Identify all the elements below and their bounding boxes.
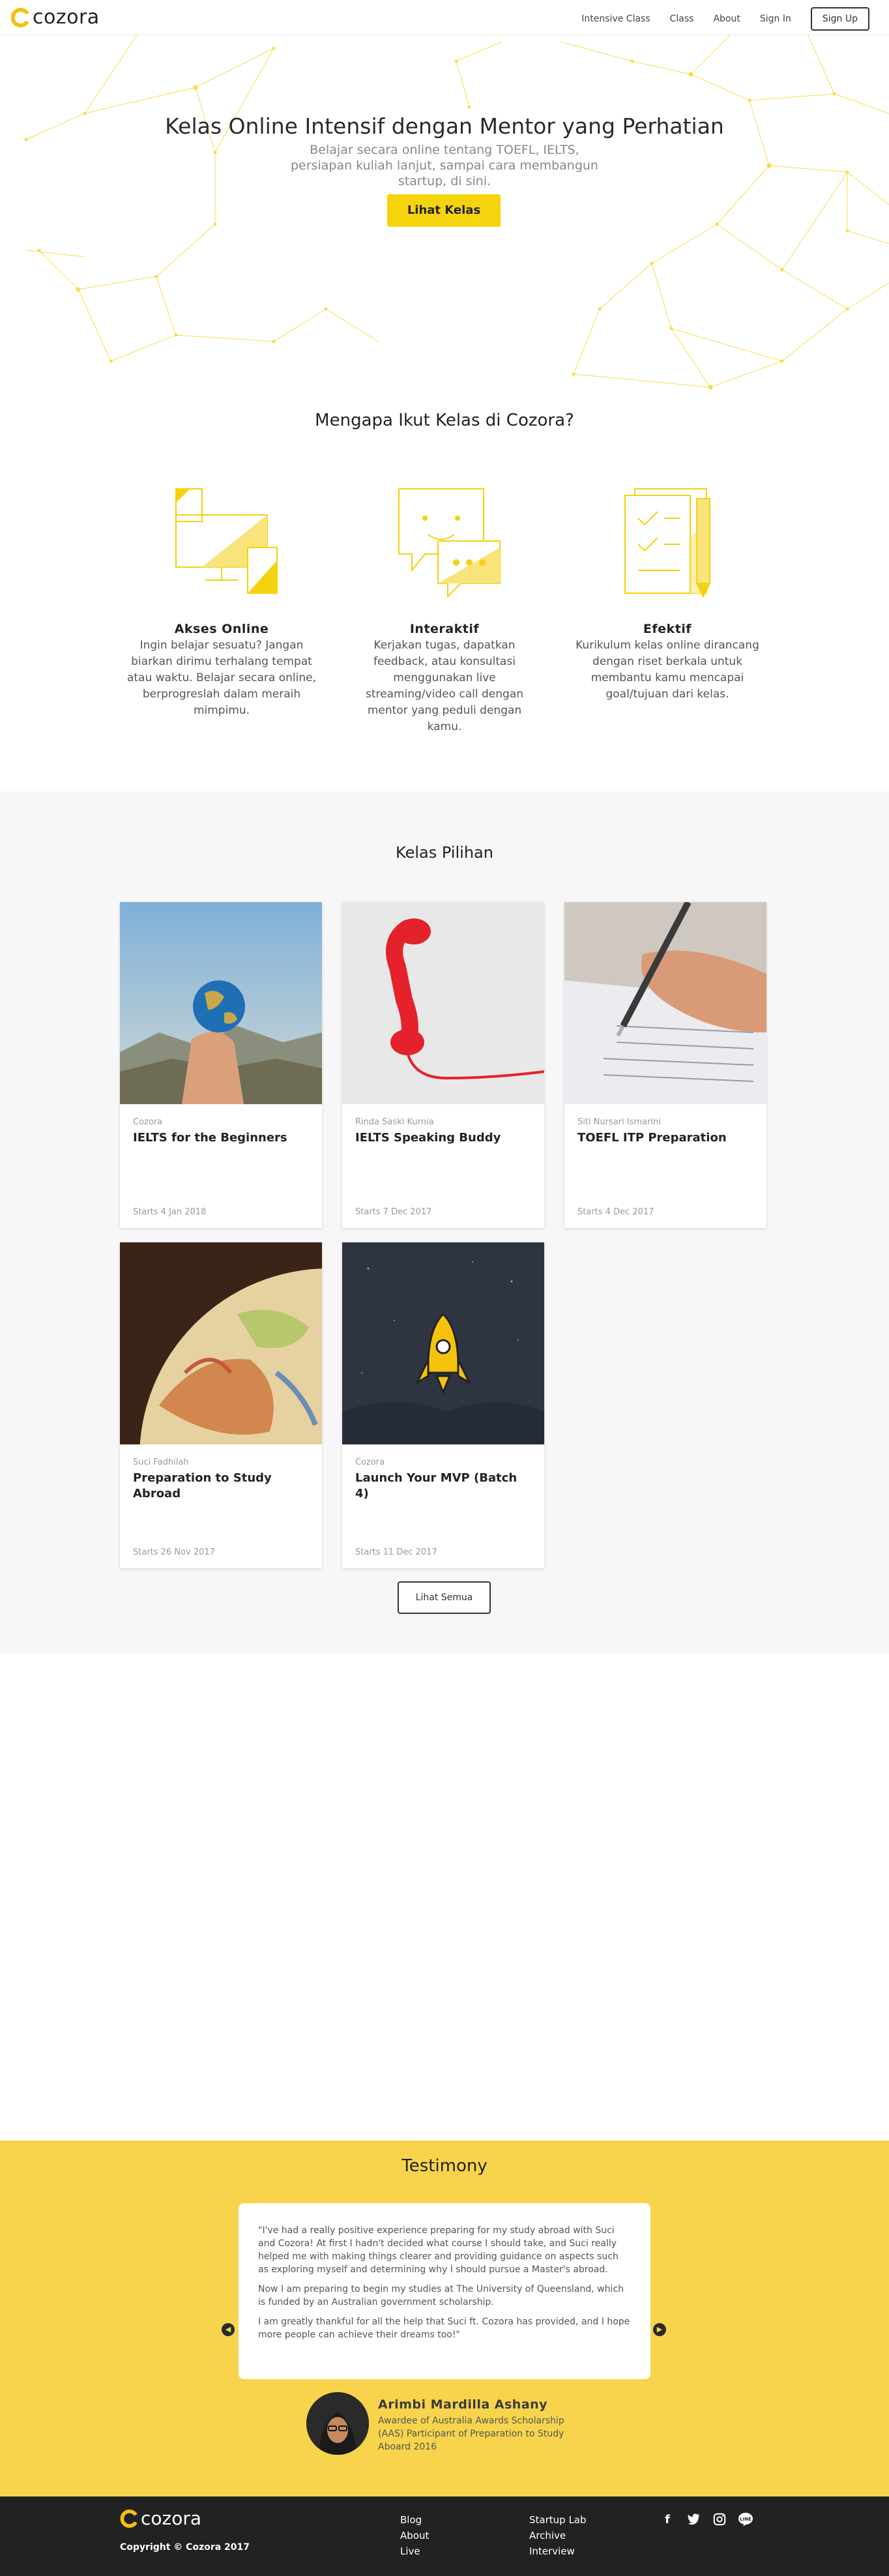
hero: Kelas Online Intensif dengan Mentor yang… — [0, 35, 889, 398]
featured-classes-section: Kelas Pilihan Cozora IELTS for the Begin… — [0, 791, 889, 1653]
nav-about[interactable]: About — [713, 8, 740, 29]
class-start-date: Starts 4 Dec 2017 — [577, 1207, 654, 1217]
footer-copyright: Copyright © Cozora 2017 — [120, 2542, 250, 2553]
footer-link-archive[interactable]: Archive — [529, 2528, 587, 2543]
class-title[interactable]: TOEFL ITP Preparation — [577, 1130, 753, 1146]
twitter-icon[interactable] — [686, 2512, 701, 2528]
class-image-rocket — [342, 1242, 544, 1444]
class-author: Cozora — [133, 1117, 163, 1127]
class-title[interactable]: Launch Your MVP (Batch 4) — [355, 1471, 531, 1502]
class-card[interactable]: Suci Fadhilah Preparation to Study Abroa… — [120, 1242, 322, 1568]
previous-arrow-icon[interactable]: ◀ — [222, 2323, 235, 2336]
nav-class[interactable]: Class — [670, 8, 694, 29]
checklist-icon — [624, 488, 711, 598]
quote-paragraph: Now I am preparing to begin my studies a… — [258, 2284, 624, 2307]
testimony-section: Testimony ◀ "I've had a really positive … — [0, 2141, 889, 2496]
quote-paragraph: I am greatly thankful for all the help t… — [258, 2317, 630, 2340]
feature-desc: Kurikulum kelas online dirancang dengan … — [576, 639, 759, 701]
class-card[interactable]: Siti Nursari Ismarini TOEFL ITP Preparat… — [564, 902, 766, 1228]
footer-logo-text: cozora — [141, 2508, 202, 2529]
class-start-date: Starts 26 Nov 2017 — [133, 1547, 215, 1557]
class-title[interactable]: Preparation to Study Abroad — [133, 1471, 309, 1502]
logo-text: cozora — [33, 6, 100, 29]
class-author: Cozora — [355, 1457, 385, 1467]
nav-sign-in[interactable]: Sign In — [760, 8, 791, 29]
see-classes-button[interactable]: Lihat Kelas — [387, 194, 501, 227]
testimony-quote-box: "I've had a really positive experience p… — [239, 2203, 650, 2379]
social-links: f LINE — [660, 2512, 753, 2528]
quote-paragraph: "I've had a really positive experience p… — [258, 2225, 619, 2275]
navbar: cozora Intensive Class Class About Sign … — [0, 0, 889, 35]
facebook-icon[interactable]: f — [660, 2512, 675, 2528]
class-card[interactable]: Cozora Launch Your MVP (Batch 4) Starts … — [342, 1242, 544, 1568]
footer-link-about[interactable]: About — [400, 2528, 429, 2543]
cozora-logo-icon — [120, 2510, 138, 2528]
class-title[interactable]: IELTS Speaking Buddy — [355, 1130, 531, 1146]
footer: cozora Copyright © Cozora 2017 Blog Abou… — [0, 2496, 889, 2576]
footer-links-col-1: Blog About Live — [400, 2512, 429, 2559]
class-card[interactable]: Cozora IELTS for the Beginners Starts 4 … — [120, 902, 322, 1228]
see-all-button[interactable]: Lihat Semua — [398, 1581, 491, 1614]
class-image-world-globe — [120, 1242, 322, 1444]
class-author: Suci Fadhilah — [133, 1457, 189, 1467]
next-arrow-icon[interactable]: ▶ — [653, 2323, 666, 2336]
class-start-date: Starts 7 Dec 2017 — [355, 1207, 432, 1217]
footer-link-startup-lab[interactable]: Startup Lab — [529, 2512, 587, 2528]
line-icon[interactable]: LINE — [738, 2512, 753, 2528]
feature-online-access: Akses Online Ingin belajar sesuatu? Jang… — [117, 482, 326, 719]
class-image-red-telephone — [342, 902, 544, 1104]
testimony-title: Testimony — [401, 2156, 488, 2176]
footer-link-live[interactable]: Live — [400, 2543, 429, 2559]
class-image-globe-in-hand — [120, 902, 322, 1104]
footer-link-blog[interactable]: Blog — [400, 2512, 429, 2528]
feature-name: Akses Online — [174, 622, 269, 636]
footer-links-col-2: Startup Lab Archive Interview — [529, 2512, 587, 2559]
feature-name: Efektif — [643, 622, 692, 636]
class-start-date: Starts 4 Jan 2018 — [133, 1207, 207, 1217]
sign-up-button[interactable]: Sign Up — [810, 7, 869, 31]
class-author: Siti Nursari Ismarini — [577, 1117, 661, 1127]
why-section-title: Mengapa Ikut Kelas di Cozora? — [315, 411, 574, 430]
logo[interactable]: cozora — [10, 6, 100, 29]
nav-links: Intensive Class Class About Sign In Sign… — [562, 7, 869, 31]
devices-icon — [175, 488, 278, 594]
svg-text:LINE: LINE — [740, 2517, 751, 2522]
class-title[interactable]: IELTS for the Beginners — [133, 1130, 309, 1146]
feature-desc: Kerjakan tugas, dapatkan feedback, atau … — [365, 639, 524, 733]
hero-subtitle: Belajar secara online tentang TOEFL, IEL… — [291, 143, 598, 188]
chat-icon — [398, 488, 501, 598]
nav-intensive-class[interactable]: Intensive Class — [581, 8, 650, 29]
footer-link-interview[interactable]: Interview — [529, 2543, 587, 2559]
classes-title: Kelas Pilihan — [396, 843, 493, 862]
feature-interactive: Interaktif Kerjakan tugas, dapatkan feed… — [340, 482, 549, 735]
testimony-person-role: Awardee of Australia Awards Scholarship … — [378, 2416, 564, 2452]
cozora-logo-icon — [10, 8, 29, 27]
instagram-icon[interactable] — [712, 2512, 727, 2528]
feature-desc: Ingin belajar sesuatu? Jangan biarkan di… — [126, 639, 317, 717]
class-author: Rinda Saski Kurnia — [355, 1117, 434, 1127]
footer-logo[interactable]: cozora — [120, 2508, 201, 2529]
feature-name: Interaktif — [409, 622, 480, 636]
class-start-date: Starts 11 Dec 2017 — [355, 1547, 437, 1557]
class-image-writing-test — [564, 902, 766, 1104]
class-card[interactable]: Rinda Saski Kurnia IELTS Speaking Buddy … — [342, 902, 544, 1228]
avatar — [306, 2392, 369, 2455]
feature-effective: Efektif Kurikulum kelas online dirancang… — [563, 482, 772, 703]
hero-title: Kelas Online Intensif dengan Mentor yang… — [165, 113, 724, 139]
testimony-person-name: Arimbi Mardilla Ashany — [378, 2397, 548, 2412]
